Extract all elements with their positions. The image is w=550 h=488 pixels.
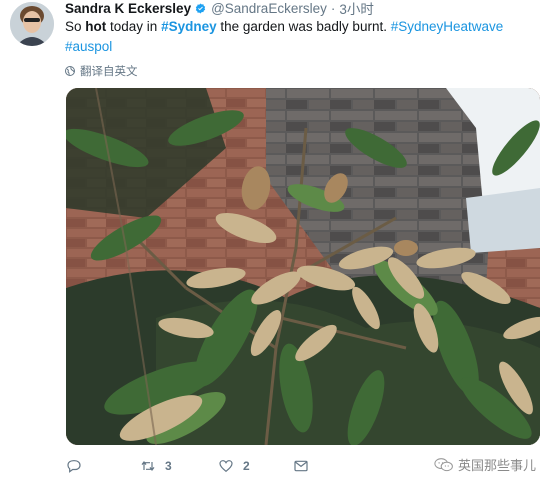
text-segment: So <box>65 19 86 34</box>
reply-button[interactable] <box>66 458 140 474</box>
display-name[interactable]: Sandra K Eckersley <box>65 1 191 16</box>
like-button[interactable]: 2 <box>218 458 293 474</box>
reply-icon <box>67 460 81 473</box>
like-count: 2 <box>243 459 250 473</box>
hashtag-sydney[interactable]: #Sydney <box>161 19 217 34</box>
retweet-count: 3 <box>165 459 172 473</box>
wechat-icon <box>434 457 453 471</box>
tweet-header: Sandra K Eckersley @SandraEckersley · 3小… <box>65 0 374 18</box>
translate-label: 翻译自英文 <box>80 66 138 78</box>
watermark: 英国那些事儿 <box>434 455 536 474</box>
separator-dot: · <box>330 0 336 16</box>
like-icon <box>219 460 233 473</box>
tweet-card: Sandra K Eckersley @SandraEckersley · 3小… <box>0 0 550 488</box>
timestamp[interactable]: 3小时 <box>339 0 374 18</box>
handle[interactable]: @SandraEckersley <box>211 1 327 16</box>
hashtag-auspol[interactable]: #auspol <box>65 39 112 54</box>
retweet-button[interactable]: 3 <box>140 458 218 474</box>
direct-message-icon <box>294 460 308 472</box>
garden-photo-illustration <box>66 88 540 445</box>
watermark-text: 英国那些事儿 <box>457 458 536 473</box>
hashtag-sydneyheatwave[interactable]: #SydneyHeatwave <box>391 19 504 34</box>
tweet-photo[interactable] <box>66 88 540 445</box>
globe-icon <box>65 66 75 76</box>
translate-link[interactable]: 翻译自英文 <box>65 63 138 79</box>
avatar[interactable] <box>10 2 54 46</box>
tweet-actions: 3 2 <box>66 456 309 476</box>
text-segment: today in <box>106 19 162 34</box>
verified-badge-icon <box>195 2 206 14</box>
retweet-icon <box>141 461 155 471</box>
text-bold-hot: hot <box>85 19 107 34</box>
tweet-text: So hot today in #Sydney the garden was b… <box>65 17 535 56</box>
text-segment: the garden was badly burnt. <box>216 19 391 34</box>
direct-message-button[interactable] <box>293 458 309 474</box>
